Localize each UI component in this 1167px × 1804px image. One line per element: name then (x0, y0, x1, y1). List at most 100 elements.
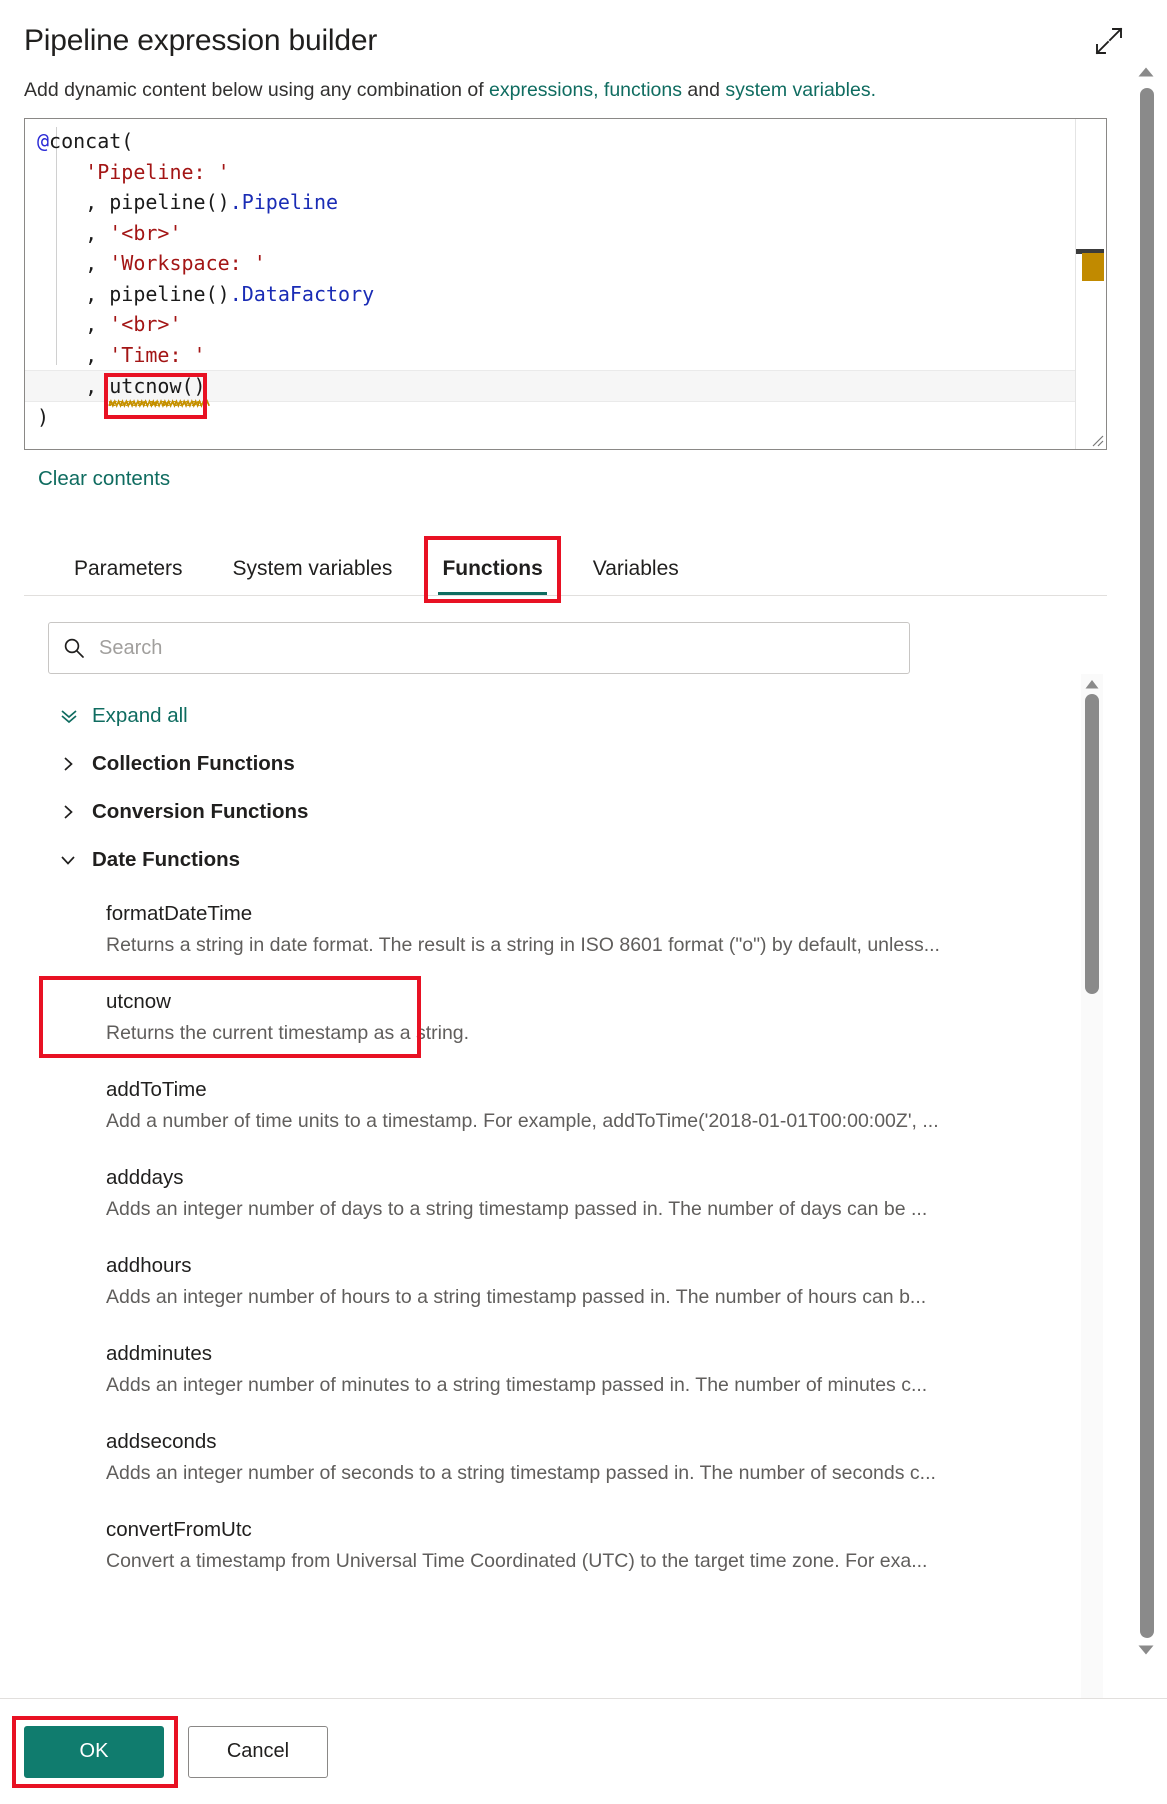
editor-line[interactable]: , pipeline().DataFactory (25, 279, 1106, 310)
editor-line-indent (37, 374, 85, 398)
editor-line[interactable]: , '<br>' (25, 218, 1106, 249)
editor-token: pipeline() (109, 190, 230, 214)
editor-overview-warning-marker (1082, 253, 1104, 281)
editor-line-indent (37, 282, 85, 306)
page-title: Pipeline expression builder (24, 24, 378, 57)
expand-all-label: Expand all (92, 704, 188, 727)
function-list-item[interactable]: addminutes Adds an integer number of minu… (48, 1340, 948, 1400)
expressions-link[interactable]: expressions, (489, 79, 598, 101)
function-description: Adds an integer number of hours to a str… (106, 1286, 927, 1308)
scroll-up-arrow-icon[interactable] (1084, 678, 1100, 690)
tab-variables[interactable]: Variables (577, 557, 695, 595)
editor-line-indent (37, 221, 85, 245)
function-description: Returns the current timestamp as a strin… (106, 1022, 470, 1044)
editor-token: '<br>' (109, 220, 182, 245)
editor-line[interactable]: , 'Workspace: ' (25, 248, 1106, 279)
function-description: Add a number of time units to a timestam… (106, 1110, 939, 1132)
function-group-date-functions[interactable]: Date Functions (60, 848, 240, 872)
editor-token: concat( (49, 129, 134, 153)
function-list-item[interactable]: addToTime Add a number of time units to a… (48, 1076, 948, 1136)
function-list-item[interactable]: convertFromUtc Convert a timestamp from U… (48, 1516, 948, 1576)
search-box[interactable] (48, 622, 910, 674)
function-description: Adds an integer number of minutes to a s… (106, 1374, 928, 1396)
expand-diagonal-icon[interactable] (1087, 20, 1129, 62)
double-chevron-down-icon (60, 708, 78, 724)
editor-token: @ (37, 129, 50, 153)
editor-line-indent (37, 160, 85, 184)
tab-functions[interactable]: Functions (426, 557, 558, 595)
editor-line[interactable]: , '<br>' (25, 309, 1106, 340)
editor-code-area[interactable]: @concat( 'Pipeline: ' , pipeline().Pipel… (25, 119, 1106, 449)
dialog-footer: OK Cancel (0, 1698, 1167, 1804)
editor-line[interactable]: , utcnow() (25, 370, 1106, 402)
function-group-label: Date Functions (92, 848, 241, 871)
editor-token: 'Time: ' (109, 342, 206, 367)
system-variables-link[interactable]: system variables. (725, 79, 876, 101)
function-list-item[interactable]: utcnow Returns the current timestamp as a… (48, 988, 948, 1048)
editor-token: pipeline() (109, 281, 230, 306)
expand-all-button[interactable]: Expand all (60, 704, 188, 728)
functions-list-region: Expand all Collection Functions Conversion… (24, 674, 1107, 1698)
ok-button[interactable]: OK (24, 1725, 164, 1778)
function-group-conversion-functions[interactable]: Conversion Functions (60, 800, 308, 824)
editor-token: .Pipeline (229, 190, 339, 214)
editor-token: 'Pipeline: ' (85, 159, 230, 184)
editor-line[interactable]: , pipeline().Pipeline (25, 187, 1106, 218)
editor-token: , (85, 342, 110, 367)
function-name: addhours (106, 1254, 192, 1277)
function-list-item[interactable]: addhours Adds an integer number of hours … (48, 1252, 948, 1312)
function-list-item[interactable]: adddays Adds an integer number of days to… (48, 1164, 948, 1224)
function-description: Convert a timestamp from Universal Time … (106, 1550, 928, 1572)
tab-label: Variables (592, 557, 679, 580)
dialog-scroll-down-arrow-icon[interactable] (1138, 1644, 1154, 1656)
function-group-label: Conversion Functions (92, 800, 309, 823)
function-description: Adds an integer number of seconds to a s… (106, 1462, 936, 1484)
editor-overview-ruler[interactable] (1075, 119, 1106, 449)
function-name: formatDateTime (106, 902, 253, 925)
editor-token: , (85, 251, 110, 275)
function-group-collection-functions[interactable]: Collection Functions (60, 752, 295, 776)
editor-line[interactable]: , 'Time: ' (25, 340, 1106, 371)
function-list-item[interactable]: addseconds Adds an integer number of seco… (48, 1428, 948, 1488)
tab-list: Parameters System variables Functions Varia… (24, 536, 1107, 603)
cancel-button[interactable]: Cancel (188, 1725, 328, 1778)
editor-line[interactable]: 'Pipeline: ' (25, 157, 1106, 188)
editor-token: , (85, 190, 110, 214)
functions-link[interactable]: functions (604, 79, 682, 101)
function-name: adddays (106, 1166, 184, 1189)
functions-scrollbar-thumb[interactable] (1085, 694, 1099, 994)
editor-line[interactable]: @concat( (25, 126, 1106, 157)
dialog-scroll-up-arrow-icon[interactable] (1138, 66, 1154, 78)
subtitle-middle: and (681, 79, 726, 101)
function-name: addminutes (106, 1342, 212, 1365)
functions-list-scrollbar[interactable] (1081, 674, 1103, 1698)
clear-contents-link[interactable]: Clear contents (38, 466, 1131, 492)
tab-label: System variables (232, 557, 393, 580)
pipeline-expression-builder-dialog: Pipeline expression builder Add dynamic … (0, 0, 1167, 1804)
search-input[interactable] (97, 635, 895, 661)
function-description: Adds an integer number of days to a stri… (106, 1198, 928, 1220)
dialog-header: Pipeline expression builder (0, 0, 1167, 62)
dialog-body: Add dynamic content below using any comb… (0, 62, 1167, 1698)
editor-resize-handle[interactable] (1090, 433, 1104, 447)
dialog-scrollbar-thumb[interactable] (1140, 88, 1154, 1638)
tab-system-variables[interactable]: System variables (217, 557, 409, 595)
expression-editor[interactable]: @concat( 'Pipeline: ' , pipeline().Pipel… (24, 118, 1107, 450)
editor-token: 'Workspace: ' (109, 251, 266, 275)
function-group-label: Collection Functions (92, 752, 295, 775)
editor-line[interactable]: ) (25, 402, 1106, 433)
function-list-item[interactable]: formatDateTime Returns a string in date f… (48, 900, 948, 960)
search-row (24, 622, 1107, 674)
editor-token: , (85, 281, 110, 306)
chevron-down-icon (60, 852, 76, 868)
search-icon (64, 638, 84, 658)
dialog-scrollbar[interactable] (1135, 66, 1159, 1656)
editor-token: , (85, 374, 110, 398)
functions-list: Expand all Collection Functions Conversion… (24, 704, 1107, 1576)
function-name: addseconds (106, 1430, 217, 1453)
tab-label: Parameters (74, 557, 183, 580)
editor-line-indent (37, 312, 85, 336)
function-description: Returns a string in date format. The res… (106, 934, 940, 956)
tab-parameters[interactable]: Parameters (58, 557, 199, 595)
chevron-right-icon (60, 804, 76, 820)
